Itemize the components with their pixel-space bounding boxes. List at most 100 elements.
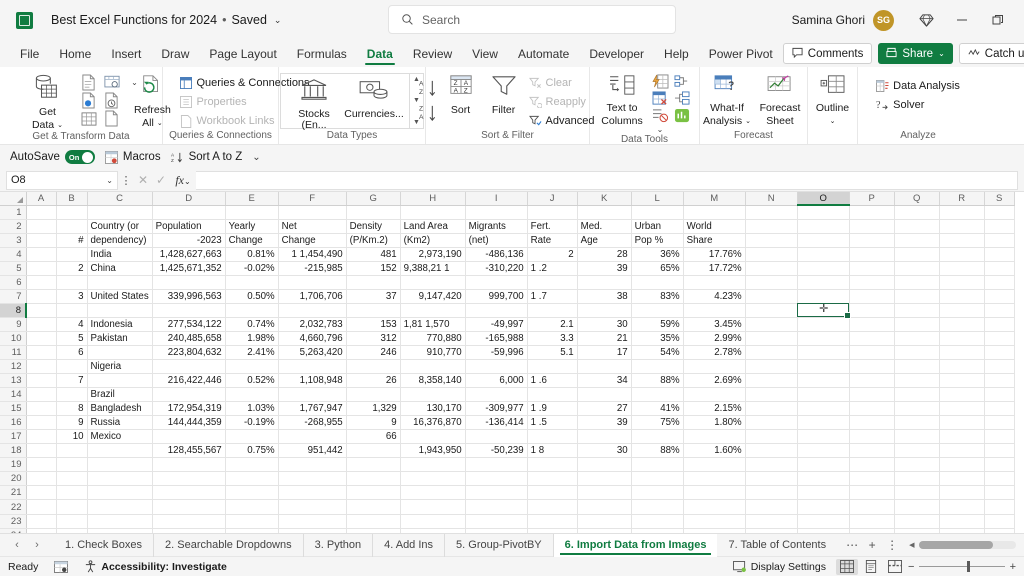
macros-button[interactable]: Macros xyxy=(103,150,169,164)
cell-B6[interactable] xyxy=(56,275,88,290)
cell-F24[interactable] xyxy=(278,528,347,533)
row-header-15[interactable]: 15 xyxy=(0,401,27,417)
minimize-icon[interactable] xyxy=(944,5,980,35)
ribbon-tab-view[interactable]: View xyxy=(462,42,508,66)
cell-F20[interactable] xyxy=(278,471,347,487)
cell-N14[interactable] xyxy=(745,387,798,403)
cell-H10[interactable]: 770,880 xyxy=(400,331,466,346)
cell-K7[interactable]: 38 xyxy=(577,289,632,304)
cell-S17[interactable] xyxy=(984,429,1015,445)
cell-O13[interactable] xyxy=(797,373,850,389)
cell-Q5[interactable] xyxy=(894,261,940,276)
cell-O15[interactable] xyxy=(797,401,850,417)
cell-L16[interactable]: 75% xyxy=(631,415,684,431)
cell-I16[interactable]: -136,414 xyxy=(465,415,528,431)
cell-P6[interactable] xyxy=(849,275,895,290)
cell-B13[interactable]: 7 xyxy=(56,373,88,389)
row-header-12[interactable]: 12 xyxy=(0,359,27,375)
cell-F22[interactable] xyxy=(278,499,347,515)
cell-R24[interactable] xyxy=(939,528,985,533)
cell-C23[interactable] xyxy=(87,514,153,529)
cell-S5[interactable] xyxy=(984,261,1015,276)
cell-P3[interactable] xyxy=(849,233,895,248)
cell-A1[interactable] xyxy=(26,205,57,220)
cell-G22[interactable] xyxy=(346,499,401,515)
cell-J7[interactable]: 1 .7 xyxy=(527,289,578,304)
cell-L11[interactable]: 54% xyxy=(631,345,684,361)
search-box[interactable]: Search xyxy=(388,5,676,34)
cell-G20[interactable] xyxy=(346,471,401,487)
cell-D9[interactable]: 277,534,122 xyxy=(152,317,226,332)
cell-Q11[interactable] xyxy=(894,345,940,361)
sheet-tab-import-data-from-images[interactable]: 6. Import Data from Images xyxy=(553,533,718,557)
cell-I14[interactable] xyxy=(465,387,528,403)
column-header-k[interactable]: K xyxy=(577,192,632,206)
cell-H1[interactable] xyxy=(400,205,466,220)
cell-L2[interactable]: Urban xyxy=(631,219,684,234)
cell-N5[interactable] xyxy=(745,261,798,276)
sheet-tab-table-of-contents[interactable]: 7. Table of Contents xyxy=(717,534,837,557)
cell-F7[interactable]: 1,706,706 xyxy=(278,289,347,304)
chevron-down-icon[interactable]: ⌄ xyxy=(650,125,670,134)
cell-E18[interactable]: 0.75% xyxy=(225,443,279,459)
cell-F13[interactable]: 1,108,948 xyxy=(278,373,347,389)
row-header-23[interactable]: 23 xyxy=(0,514,27,529)
cell-N13[interactable] xyxy=(745,373,798,389)
row-header-7[interactable]: 7 xyxy=(0,289,27,304)
autosave-toggle[interactable]: On xyxy=(64,150,95,164)
cell-O3[interactable] xyxy=(797,233,850,248)
cell-R6[interactable] xyxy=(939,275,985,290)
more-sheets-icon[interactable]: ⋯ xyxy=(843,538,861,552)
cell-O16[interactable] xyxy=(797,415,850,431)
cell-O22[interactable] xyxy=(797,499,850,515)
cell-E15[interactable]: 1.03% xyxy=(225,401,279,417)
ribbon-tab-draw[interactable]: Draw xyxy=(151,42,199,66)
chevron-down-icon[interactable]: ⌄ xyxy=(57,120,63,131)
cell-R19[interactable] xyxy=(939,457,985,473)
cell-J5[interactable]: 1 .2 xyxy=(527,261,578,276)
cell-O2[interactable] xyxy=(797,219,850,234)
cell-R16[interactable] xyxy=(939,415,985,431)
cell-N7[interactable] xyxy=(745,289,798,304)
chevron-down-icon[interactable]: ⌄ xyxy=(830,116,836,127)
cell-O10[interactable] xyxy=(797,331,850,346)
cell-I11[interactable]: -59,996 xyxy=(465,345,528,361)
cell-A10[interactable] xyxy=(26,331,57,346)
cell-H9[interactable]: 1,81 1,570 xyxy=(400,317,466,332)
data-analysis-button[interactable]: Data Analysis xyxy=(874,77,962,95)
cell-B3[interactable]: # xyxy=(56,233,88,248)
cell-I18[interactable]: -50,239 xyxy=(465,443,528,459)
cell-G16[interactable]: 9 xyxy=(346,415,401,431)
cell-O1[interactable] xyxy=(797,205,850,220)
currencies-data-type-button[interactable]: Currencies... xyxy=(343,76,405,120)
cell-G4[interactable]: 481 xyxy=(346,247,401,262)
cell-O24[interactable] xyxy=(797,528,850,533)
cell-F9[interactable]: 2,032,783 xyxy=(278,317,347,332)
cell-M10[interactable]: 2.99% xyxy=(683,331,746,346)
cell-H21[interactable] xyxy=(400,485,466,501)
cell-I3[interactable]: (net) xyxy=(465,233,528,248)
cell-M6[interactable] xyxy=(683,275,746,290)
cell-B9[interactable]: 4 xyxy=(56,317,88,332)
cell-F19[interactable] xyxy=(278,457,347,473)
cell-R8[interactable] xyxy=(939,303,985,318)
cell-C17[interactable]: Mexico xyxy=(87,429,153,445)
cell-Q20[interactable] xyxy=(894,471,940,487)
row-header-1[interactable]: 1 xyxy=(0,205,27,220)
cell-N22[interactable] xyxy=(745,499,798,515)
chevron-down-icon[interactable]: ⌄ xyxy=(184,177,191,186)
cell-B16[interactable]: 9 xyxy=(56,415,88,431)
cell-K17[interactable] xyxy=(577,429,632,445)
forecast-sheet-button[interactable]: Forecast Sheet xyxy=(755,72,805,127)
cell-E22[interactable] xyxy=(225,499,279,515)
cell-G23[interactable] xyxy=(346,514,401,529)
cell-O9[interactable] xyxy=(797,317,850,332)
cell-B1[interactable] xyxy=(56,205,88,220)
cell-Q12[interactable] xyxy=(894,359,940,375)
cell-H19[interactable] xyxy=(400,457,466,473)
cell-J13[interactable]: 1 .6 xyxy=(527,373,578,389)
cell-O5[interactable] xyxy=(797,261,850,276)
cell-P8[interactable] xyxy=(849,303,895,318)
cell-R4[interactable] xyxy=(939,247,985,262)
cell-F2[interactable]: Net xyxy=(278,219,347,234)
